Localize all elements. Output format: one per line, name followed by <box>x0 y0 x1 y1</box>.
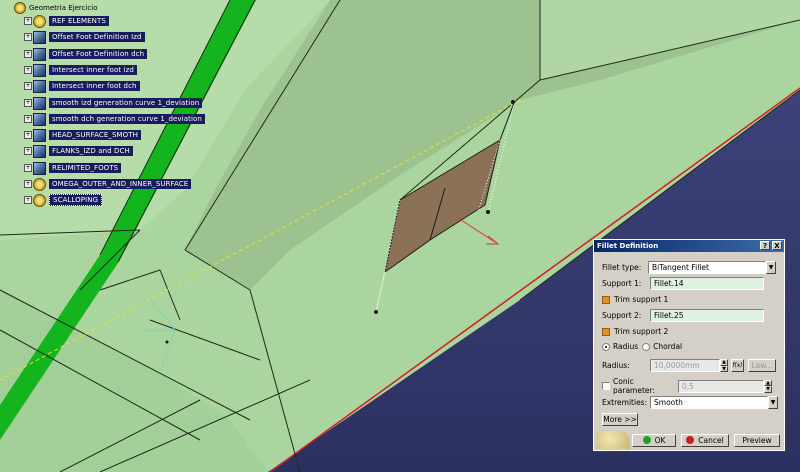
extremities-value: Smooth <box>650 396 768 409</box>
tree-item[interactable]: REF ELEMENTS <box>33 14 109 28</box>
help-button[interactable]: ? <box>760 241 770 250</box>
preview-button[interactable]: Preview <box>734 433 780 447</box>
expand-toggle-icon[interactable]: + <box>24 180 32 188</box>
chevron-down-icon[interactable]: ▼ <box>768 396 778 409</box>
tree-item[interactable]: Offset Foot Definition Izd <box>33 30 145 44</box>
conic-parameter-label: Conic parameter: <box>613 377 655 395</box>
tree-item-label: HEAD_SURFACE_SMOTH <box>49 130 141 140</box>
surface-icon <box>33 161 46 175</box>
tree-root-label: Geometria Ejercicio <box>29 4 98 12</box>
tree-item[interactable]: smooth dch generation curve 1_deviation <box>33 112 205 126</box>
control-point <box>165 340 169 344</box>
control-point[interactable] <box>486 210 490 214</box>
cancel-label: Cancel <box>698 435 724 445</box>
tree-item-label: FLANKS_IZD and DCH <box>49 146 133 156</box>
gear-icon <box>33 193 46 207</box>
expand-toggle-icon[interactable]: + <box>24 196 32 204</box>
chordal-radio[interactable] <box>642 342 651 351</box>
support2-field[interactable]: Fillet.25 <box>650 309 764 322</box>
tree-item[interactable]: Intersect inner foot izd <box>33 63 137 77</box>
more-button[interactable]: More >> <box>602 413 638 426</box>
expand-toggle-icon[interactable]: + <box>24 164 32 172</box>
tree-item-label: smooth dch generation curve 1_deviation <box>49 114 205 124</box>
support1-label: Support 1: <box>602 279 642 288</box>
support1-field[interactable]: Fillet.14 <box>650 277 764 290</box>
expand-toggle-icon[interactable]: + <box>24 66 32 74</box>
surface-icon <box>33 128 46 142</box>
dialog-title: Fillet Definition <box>597 242 659 250</box>
surface-icon <box>33 63 46 77</box>
gear-icon <box>33 14 46 28</box>
ok-label: OK <box>654 435 666 445</box>
law-button[interactable]: Law... <box>748 359 776 372</box>
tree-item-label: smooth izd generation curve 1_deviation <box>49 98 203 108</box>
tree-item-label: Intersect inner foot dch <box>49 81 140 91</box>
surface-icon <box>33 96 46 110</box>
tree-item[interactable]: SCALLOPING <box>33 193 103 207</box>
tree-item[interactable]: Intersect inner foot dch <box>33 79 140 93</box>
extremities-label: Extremities: <box>602 398 648 407</box>
trim-support1-label: Trim support 1 <box>614 295 669 304</box>
tree-item-label: Intersect inner foot izd <box>49 65 137 75</box>
conic-spinner[interactable]: ▲ ▼ <box>764 379 772 393</box>
tree-item[interactable]: RELIMITED_FOOTS <box>33 161 122 175</box>
expand-toggle-icon[interactable]: + <box>24 50 32 58</box>
ok-icon <box>642 436 651 444</box>
tree-item-label: REF ELEMENTS <box>49 16 109 26</box>
tree-item-label: RELIMITED_FOOTS <box>49 163 122 173</box>
radius-radio[interactable] <box>602 342 610 351</box>
specification-tree: Geometria Ejercicio + REF ELEMENTS + Offset… <box>0 0 260 215</box>
tree-item[interactable]: smooth izd generation curve 1_deviation <box>33 96 203 110</box>
expand-toggle-icon[interactable]: + <box>24 115 32 123</box>
expand-toggle-icon[interactable]: + <box>24 147 32 155</box>
tree-item-label: Offset Foot Definition dch <box>49 49 148 59</box>
tree-item-label: Offset Foot Definition Izd <box>49 32 145 42</box>
catia-logo-icon <box>596 431 630 449</box>
control-point[interactable] <box>374 310 378 314</box>
radius-label: Radius: <box>602 361 630 370</box>
formula-button[interactable]: f(x) <box>731 359 744 372</box>
chordal-option-label: Chordal <box>653 342 683 351</box>
close-button[interactable]: X <box>772 241 782 250</box>
conic-parameter-field[interactable]: 0,5 <box>678 379 764 393</box>
fillet-type-value: BiTangent Fillet <box>648 261 766 274</box>
extremities-dropdown[interactable]: Smooth ▼ <box>650 396 778 409</box>
part-icon <box>14 2 26 14</box>
radius-spinner[interactable]: ▲ ▼ <box>720 359 728 372</box>
chevron-down-icon[interactable]: ▼ <box>766 261 776 274</box>
expand-toggle-icon[interactable]: + <box>24 99 32 107</box>
cancel-button[interactable]: Cancel <box>681 433 729 447</box>
surface-icon <box>33 30 46 44</box>
support2-label: Support 2: <box>602 311 642 320</box>
tree-item[interactable]: OMEGA_OUTER_AND_INNER_SURFACE <box>33 177 192 191</box>
radius-option-label: Radius <box>613 342 639 351</box>
ok-button[interactable]: OK <box>632 433 676 447</box>
surface-icon <box>33 144 46 158</box>
surface-icon <box>33 47 46 61</box>
fillet-definition-dialog: Fillet Definition ? X Fillet type: BiTan… <box>593 239 785 451</box>
tree-item-label: OMEGA_OUTER_AND_INNER_SURFACE <box>49 179 192 189</box>
fillet-type-label: Fillet type: <box>602 263 642 272</box>
expand-toggle-icon[interactable]: + <box>24 33 32 41</box>
dialog-title-bar[interactable]: Fillet Definition ? X <box>594 240 784 252</box>
radius-field[interactable]: 10,0000mm <box>650 359 720 372</box>
surface-icon <box>33 112 46 126</box>
cancel-icon <box>686 436 695 444</box>
gear-icon <box>33 177 46 191</box>
tree-item[interactable]: FLANKS_IZD and DCH <box>33 144 133 158</box>
trim-support2-checkbox[interactable] <box>602 327 610 336</box>
fillet-type-dropdown[interactable]: BiTangent Fillet ▼ <box>648 261 776 274</box>
tree-item-label: SCALLOPING <box>49 194 103 206</box>
tree-item[interactable]: Offset Foot Definition dch <box>33 47 148 61</box>
tree-item[interactable]: HEAD_SURFACE_SMOTH <box>33 128 141 142</box>
expand-toggle-icon[interactable]: + <box>24 131 32 139</box>
tree-root[interactable]: Geometria Ejercicio <box>14 2 98 14</box>
surface-icon <box>33 79 46 93</box>
expand-toggle-icon[interactable]: + <box>24 17 32 25</box>
expand-toggle-icon[interactable]: + <box>24 82 32 90</box>
conic-parameter-checkbox[interactable] <box>602 382 610 390</box>
trim-support1-checkbox[interactable] <box>602 295 610 304</box>
control-point[interactable] <box>511 100 515 104</box>
trim-support2-label: Trim support 2 <box>614 327 669 336</box>
